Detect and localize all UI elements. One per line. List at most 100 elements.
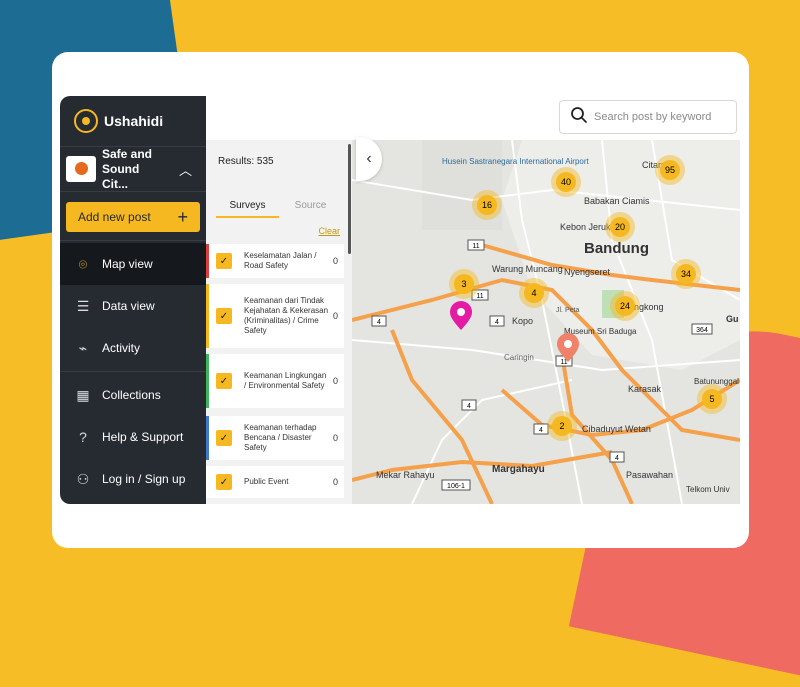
divider xyxy=(60,240,206,241)
nav-item-map-view[interactable]: ⌾ Map view xyxy=(60,243,206,285)
road-number: 11 xyxy=(472,243,479,250)
survey-color-bar xyxy=(206,244,209,278)
user-add-icon: ⚇ xyxy=(76,470,90,487)
survey-filter-item[interactable]: ✓ Keselamatan Jalan / Road Safety 0 xyxy=(206,244,344,278)
nav-label: Help & Support xyxy=(102,430,184,444)
cluster-count: 24 xyxy=(620,301,630,311)
search-bar xyxy=(559,100,737,134)
road-number: 11 xyxy=(476,293,483,300)
place-label: Caringin xyxy=(504,353,534,362)
place-label: Nyengseret xyxy=(564,267,611,277)
place-label: Kopo xyxy=(512,316,533,326)
ushahidi-logo-icon xyxy=(74,109,98,133)
map-canvas[interactable]: Husein Sastranegara International Airpor… xyxy=(352,140,740,504)
data-list-icon: ☰ xyxy=(76,297,90,314)
place-label: Gu xyxy=(726,314,739,324)
cluster-count: 16 xyxy=(482,200,492,210)
place-label: Karasak xyxy=(628,384,662,394)
plus-icon: + xyxy=(177,206,188,227)
survey-label: Keamanan Lingkungan / Environmental Safe… xyxy=(244,371,327,390)
place-label: Museum Sri Baduga xyxy=(564,327,637,336)
survey-label: Public Event xyxy=(244,477,289,486)
survey-count: 0 xyxy=(332,433,338,443)
survey-count: 0 xyxy=(332,311,338,321)
place-label: Telkom Univ xyxy=(686,485,730,494)
city-label: Bandung xyxy=(584,240,649,257)
nav-label: Collections xyxy=(102,388,161,402)
survey-filter-item[interactable]: ✓ Keamanan dari Tindak Kejahatan & Keker… xyxy=(206,284,344,348)
deployment-name: Safe and Sound Cit... xyxy=(102,146,153,191)
place-label: Cibaduyut Wetan xyxy=(582,424,651,434)
survey-label: Keamanan terhadap Bencana / Disaster Saf… xyxy=(244,423,317,452)
tab-surveys[interactable]: Surveys xyxy=(216,200,279,218)
survey-color-bar xyxy=(206,284,209,348)
checkbox-checked-icon[interactable]: ✓ xyxy=(216,474,232,490)
map-pin-icon: ⌾ xyxy=(78,255,88,272)
tab-source[interactable]: Source xyxy=(279,200,342,218)
place-label: Pasawahan xyxy=(626,470,673,480)
survey-color-bar xyxy=(206,354,209,408)
road-number: 4 xyxy=(467,403,471,410)
checkbox-checked-icon[interactable]: ✓ xyxy=(216,430,232,446)
nav-item-collections[interactable]: ▦ Collections xyxy=(60,374,206,416)
cluster-count: 4 xyxy=(531,288,536,298)
search-input[interactable] xyxy=(592,110,726,124)
sidebar: Ushahidi Safe and Sound Cit... ︿ Add new… xyxy=(60,96,206,504)
brand-name: Ushahidi xyxy=(104,113,164,129)
place-label: Mekar Rahayu xyxy=(376,470,435,480)
clear-filters-link[interactable]: Clear xyxy=(318,226,340,236)
road-number: 4 xyxy=(615,455,619,462)
nav-label: Map view xyxy=(102,257,153,271)
survey-count: 0 xyxy=(332,376,338,386)
help-icon: ? xyxy=(79,429,87,445)
survey-color-bar xyxy=(206,416,209,460)
survey-label: Keamanan dari Tindak Kejahatan & Kekeras… xyxy=(244,296,329,335)
brand-header: Ushahidi xyxy=(60,96,206,147)
cluster-count: 3 xyxy=(461,279,466,289)
place-label-airport: Husein Sastranegara International Airpor… xyxy=(442,157,590,166)
street-label: Jl. Peta xyxy=(556,307,579,314)
place-label: Margahayu xyxy=(492,464,545,475)
nav-item-help-support[interactable]: ? Help & Support xyxy=(60,416,206,458)
survey-count: 0 xyxy=(332,477,338,487)
panel-scrollbar[interactable] xyxy=(348,144,351,254)
chevron-up-icon[interactable]: ︿ xyxy=(179,160,192,179)
nav-label: Activity xyxy=(102,341,141,355)
checkbox-checked-icon[interactable]: ✓ xyxy=(216,253,232,269)
map-view[interactable]: Husein Sastranegara International Airpor… xyxy=(352,140,740,504)
survey-filter-item[interactable]: ✓ Public Event 0 xyxy=(206,466,344,498)
results-count: Results: 535 xyxy=(218,156,274,167)
add-new-post-label: Add new post xyxy=(78,210,151,224)
divider xyxy=(60,371,206,372)
survey-filter-item[interactable]: ✓ Keamanan terhadap Bencana / Disaster S… xyxy=(206,416,344,460)
place-label: Batununggal xyxy=(694,377,739,386)
checkbox-checked-icon[interactable]: ✓ xyxy=(216,308,232,324)
cluster-count: 2 xyxy=(559,421,564,431)
road-number: 364 xyxy=(696,327,708,334)
place-label: Warung Muncang xyxy=(492,264,563,274)
post-pin-icon[interactable] xyxy=(450,301,472,330)
nav-item-data-view[interactable]: ☰ Data view xyxy=(60,285,206,327)
nav-item-login-signup[interactable]: ⚇ Log in / Sign up xyxy=(60,458,206,500)
place-label: Babakan Ciamis xyxy=(584,196,650,206)
nav-label: Data view xyxy=(102,299,155,313)
cluster-count: 5 xyxy=(709,394,714,404)
filter-panel: Results: 535 Surveys Source Clear ✓ Kese… xyxy=(206,140,352,504)
chevron-left-icon: ‹ xyxy=(366,150,372,167)
deployment-logo xyxy=(66,156,96,182)
nav-label: Log in / Sign up xyxy=(102,472,186,486)
place-label: Kebon Jeruk xyxy=(560,222,611,232)
add-new-post-button[interactable]: Add new post + xyxy=(66,202,200,232)
survey-count: 0 xyxy=(332,256,338,266)
cluster-count: 20 xyxy=(615,222,625,232)
nav-item-activity[interactable]: ⌁ Activity xyxy=(60,327,206,369)
cluster-count: 40 xyxy=(561,177,571,187)
survey-label: Keselamatan Jalan / Road Safety xyxy=(244,251,317,270)
cluster-count: 34 xyxy=(681,269,691,279)
cluster-count: 95 xyxy=(665,165,675,175)
deployment-switcher[interactable]: Safe and Sound Cit... ︿ xyxy=(60,147,206,192)
checkbox-checked-icon[interactable]: ✓ xyxy=(216,373,232,389)
survey-filter-item[interactable]: ✓ Keamanan Lingkungan / Environmental Sa… xyxy=(206,354,344,408)
filter-tabs: Surveys Source xyxy=(216,200,342,218)
road-number: 4 xyxy=(377,319,381,326)
